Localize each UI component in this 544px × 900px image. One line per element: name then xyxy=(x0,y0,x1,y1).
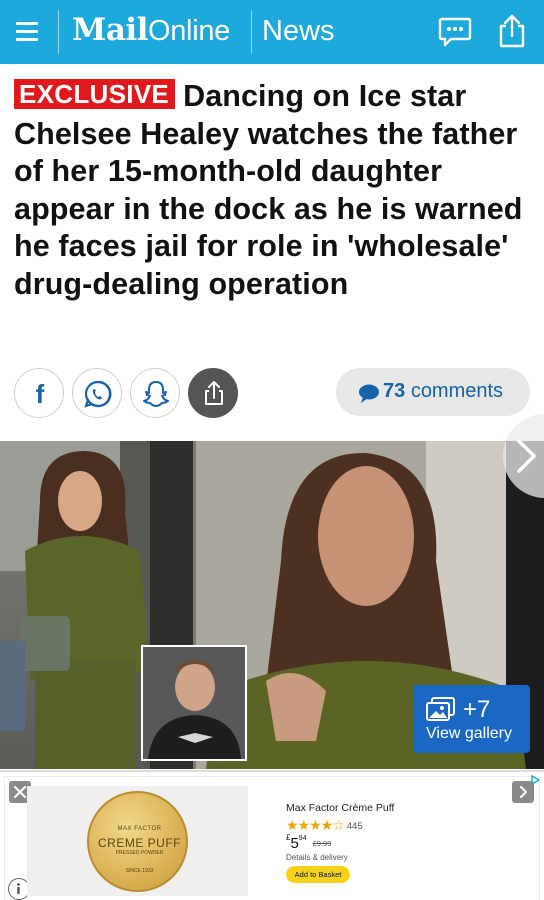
add-to-basket-button[interactable]: Add to Basket xyxy=(286,866,350,883)
comments-label: 73 comments xyxy=(383,380,503,403)
powder-compact-image[interactable]: MAX FACTOR CREME PUFF PRESSED POWDER SIN… xyxy=(87,791,188,892)
compact-brand: MAX FACTOR xyxy=(117,826,162,832)
ad-price: £594£9.99 xyxy=(286,833,331,853)
info-icon xyxy=(17,883,20,894)
comment-bubble-icon xyxy=(359,384,379,403)
ad-delivery-link[interactable]: Details & delivery xyxy=(286,853,348,862)
logo-online: Online xyxy=(147,15,230,47)
price-old: £9.99 xyxy=(312,839,332,848)
view-gallery-button[interactable]: +7 View gallery xyxy=(413,685,530,753)
comments-count: 73 xyxy=(383,380,406,402)
more-share-button[interactable] xyxy=(188,368,238,418)
star-rating-icon: ★★★★☆ xyxy=(286,817,345,833)
facebook-icon: f xyxy=(36,379,45,409)
compact-name: CREME PUFF xyxy=(98,836,181,850)
facebook-share-button[interactable]: f xyxy=(14,368,64,418)
snapchat-share-button[interactable] xyxy=(130,368,180,418)
top-bar: MailOnline News xyxy=(0,0,544,64)
whatsapp-icon xyxy=(84,380,112,408)
share-icon[interactable] xyxy=(496,14,528,48)
chat-icon[interactable] xyxy=(438,16,472,47)
adchoices-icon[interactable] xyxy=(530,775,540,785)
divider xyxy=(58,10,59,54)
logo-mail: Mail xyxy=(72,12,148,48)
price-fraction: 94 xyxy=(298,835,307,842)
divider xyxy=(251,10,252,54)
rating-count: 445 xyxy=(346,821,363,832)
gallery-icon xyxy=(426,697,455,721)
comments-button[interactable]: 73 comments xyxy=(336,368,530,416)
chevron-right-icon xyxy=(517,439,536,473)
gallery-count: +7 xyxy=(463,696,491,723)
svg-text:f: f xyxy=(36,379,45,409)
menu-icon[interactable] xyxy=(12,16,44,48)
price-whole: 5 xyxy=(290,835,299,852)
exclusive-badge: EXCLUSIVE xyxy=(14,79,176,109)
compact-subtitle: PRESSED POWDER xyxy=(115,850,164,856)
photo-man-inset[interactable] xyxy=(141,645,247,761)
channel-name[interactable]: News xyxy=(262,15,335,48)
share-icon xyxy=(205,381,223,405)
snapchat-icon xyxy=(143,381,169,407)
article-headline: EXCLUSIVE Dancing on Ice star Chelsee Hea… xyxy=(14,78,534,304)
ad-product-title[interactable]: Max Factor Crème Puff xyxy=(286,802,394,814)
comments-word: comments xyxy=(410,380,504,402)
site-logo[interactable]: MailOnline xyxy=(72,12,230,52)
gallery-next-button[interactable] xyxy=(503,414,544,498)
whatsapp-share-button[interactable] xyxy=(72,368,122,418)
compact-since: SINCE 1933 xyxy=(125,868,154,874)
headline-text: Dancing on Ice star Chelsee Healey watch… xyxy=(14,79,523,301)
gallery-label: View gallery xyxy=(426,725,512,742)
